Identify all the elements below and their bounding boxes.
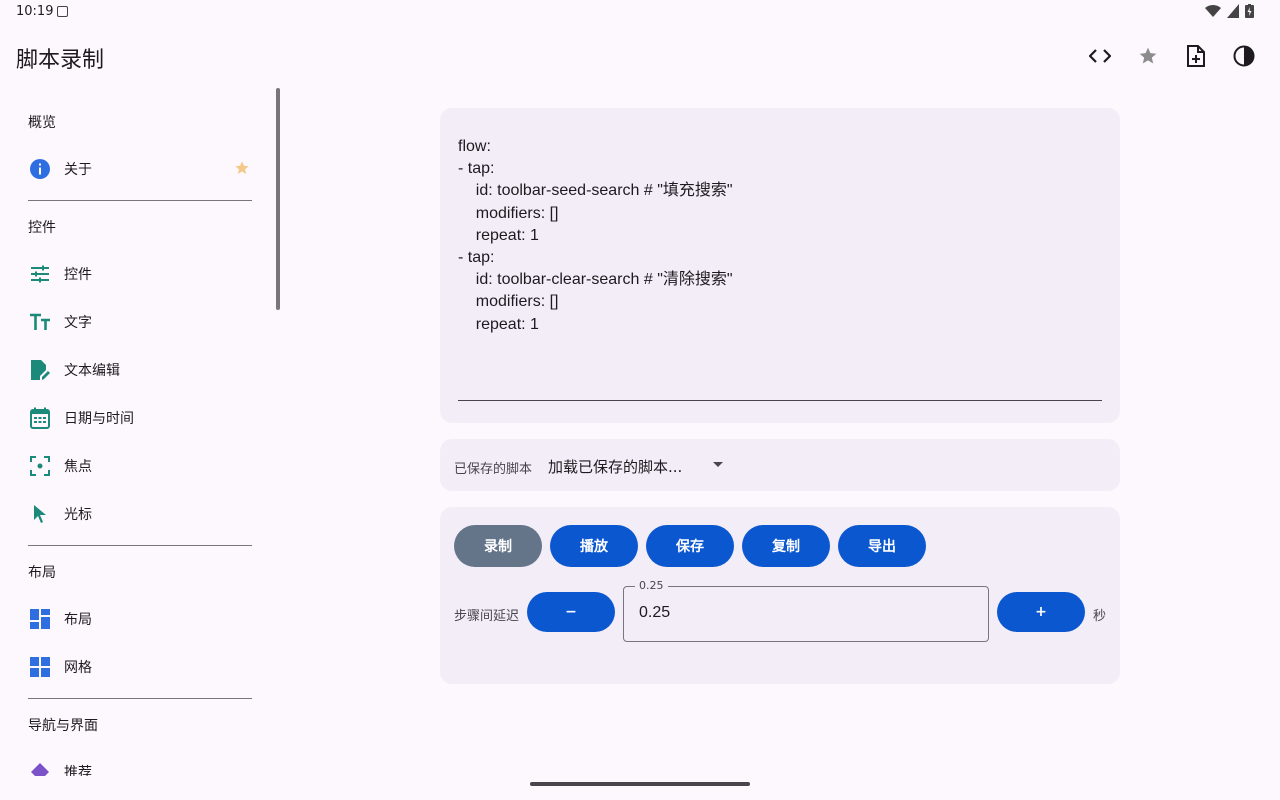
battery-icon [1245,4,1254,18]
info-icon [30,159,50,179]
sidebar-item-grid[interactable]: 网格 [16,643,260,691]
home-indicator[interactable] [530,782,750,786]
script-editor-card: flow: - tap: id: toolbar-seed-search # "… [440,108,1120,423]
copy-button[interactable]: 复制 [742,525,830,567]
sidebar-scrollbar[interactable] [276,88,280,310]
sidebar-item-cursor[interactable]: 光标 [16,490,260,538]
sidebar-item-label: 控件 [64,267,92,283]
section-title-layout: 布局 [28,565,56,581]
sidebar-item-recommend[interactable]: 推荐 [16,748,260,776]
sidebar-item-label: 关于 [64,162,92,178]
save-button[interactable]: 保存 [646,525,734,567]
sidebar-item-label: 推荐 [64,765,92,776]
step-delay-floating-label: 0.25 [635,579,668,592]
sidebar-item-date-time[interactable]: 日期与时间 [16,394,260,442]
grid-icon [30,657,50,677]
favorite-button[interactable] [1132,40,1164,72]
page-title: 脚本录制 [16,48,105,73]
contrast-icon [1233,45,1255,67]
sidebar-item-label: 焦点 [64,459,92,475]
divider [28,545,252,546]
code-icon [1089,49,1111,63]
cursor-icon [34,505,46,523]
sidebar-item-label: 日期与时间 [64,411,134,427]
calendar-icon [30,407,50,429]
saved-scripts-label: 已保存的脚本 [454,462,533,477]
sidebar-item-label: 文字 [64,315,92,331]
script-editor[interactable]: flow: - tap: id: toolbar-seed-search # "… [458,136,733,336]
diamond-icon [31,763,49,776]
decrease-delay-button[interactable]: − [527,592,615,632]
sidebar-item-label: 布局 [64,612,92,628]
step-delay-field[interactable]: 0.25 [623,579,989,642]
code-button[interactable] [1084,40,1116,72]
step-delay-input[interactable] [639,604,939,622]
saved-scripts-select[interactable]: 加载已保存的脚本... [548,456,682,477]
dashboard-icon [30,609,50,629]
signal-icon [1227,4,1239,18]
sidebar-item-label: 网格 [64,660,92,676]
divider [28,698,252,699]
screenshot-icon [57,6,68,17]
star-icon [1139,47,1157,64]
sidebar-item-text[interactable]: 文字 [16,298,260,346]
controls-card: 录制 播放 保存 复制 导出 步骤间延迟 − 0.25 + 秒 [440,507,1120,684]
play-button[interactable]: 播放 [550,525,638,567]
new-file-button[interactable] [1180,40,1212,72]
sidebar-item-about[interactable]: 关于 [16,145,260,193]
sidebar-item-controls[interactable]: 控件 [16,250,260,298]
dropdown-arrow-icon[interactable] [713,462,723,467]
sidebar-item-focus[interactable]: 焦点 [16,442,260,490]
theme-toggle-button[interactable] [1228,40,1260,72]
favorite-star-icon[interactable] [234,160,250,176]
section-title-overview: 概览 [28,115,56,131]
sidebar-item-text-editing[interactable]: 文本编辑 [16,346,260,394]
delay-unit: 秒 [1093,609,1107,624]
editor-underline [458,400,1102,401]
record-button[interactable]: 录制 [454,525,542,567]
status-bar: 10:19 [0,0,1280,24]
app-bar: 脚本录制 [0,24,1280,88]
sliders-icon [31,265,49,283]
section-title-controls: 控件 [28,220,56,236]
wifi-icon [1205,4,1221,18]
saved-scripts-card: 已保存的脚本 加载已保存的脚本... [440,439,1120,491]
export-button[interactable]: 导出 [838,525,926,567]
sidebar-item-label: 光标 [64,507,92,523]
step-delay-label: 步骤间延迟 [454,609,520,624]
increase-delay-button[interactable]: + [997,592,1085,632]
section-title-navigation-ui: 导航与界面 [28,718,98,734]
focus-icon [30,456,50,476]
edit-document-icon [31,360,50,380]
sidebar-item-layout[interactable]: 布局 [16,595,260,643]
note-add-icon [1187,45,1205,67]
divider [28,200,252,201]
sidebar-item-label: 文本编辑 [64,363,120,379]
navigation-drawer: 概览 关于 控件 控件 文字 文本编辑 日期与时间 焦点 光标 布局 布局 网格… [0,88,284,776]
status-time: 10:19 [16,4,54,19]
text-icon [30,313,50,330]
